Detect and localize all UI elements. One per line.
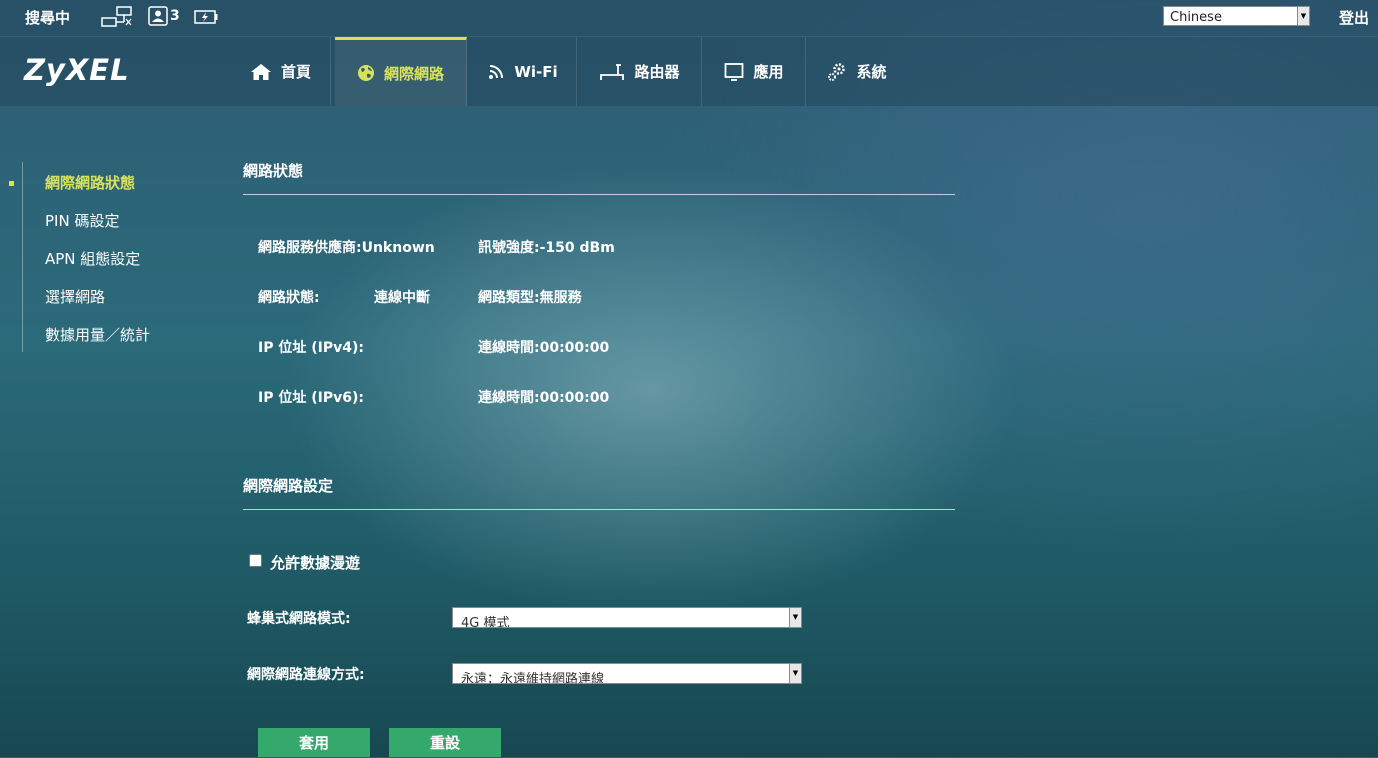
nav-home[interactable]: 首頁 xyxy=(231,37,331,106)
nav-system[interactable]: 系統 xyxy=(807,37,907,106)
sidebar-item-select-network[interactable]: 選擇網路 xyxy=(45,286,105,307)
sidebar-item-internet-status[interactable]: 網際網路狀態 xyxy=(45,172,135,193)
connection-mode-label: 網際網路連線方式: xyxy=(247,667,365,683)
network-state-label: 網路狀態: xyxy=(258,290,320,306)
ipv6-address-label: IP 位址 (IPv6): xyxy=(258,390,364,406)
sidebar-item-data-usage[interactable]: 數據用量／統計 xyxy=(45,324,150,345)
top-status-bar: 搜尋中 3 Chinese ▼ 登出 xyxy=(0,0,1378,37)
battery-charging-icon xyxy=(194,10,218,24)
main-navigation: ZyXEL 首頁 網際網路 Wi-Fi 路由器 應用 系統 xyxy=(0,37,1378,106)
section-divider xyxy=(243,194,955,195)
ipv4-address-label: IP 位址 (IPv4): xyxy=(258,340,364,356)
data-roaming-label: 允許數據漫遊 xyxy=(270,554,361,572)
cellular-mode-label: 蜂巢式網路模式: xyxy=(247,611,351,627)
connection-status-text: 搜尋中 xyxy=(25,9,71,27)
cellular-mode-select[interactable]: 4G 模式 ▼ xyxy=(452,607,802,628)
connection-mode-select[interactable]: 永遠：永遠維持網路連線 ▼ xyxy=(452,663,802,684)
chevron-down-icon: ▼ xyxy=(789,664,801,683)
network-status-title: 網路狀態 xyxy=(243,162,304,180)
zyxel-logo: ZyXEL xyxy=(24,53,130,87)
monitor-icon xyxy=(725,62,744,81)
nav-wifi[interactable]: Wi-Fi xyxy=(469,37,577,106)
globe-icon xyxy=(357,65,374,81)
user-icon xyxy=(148,6,168,26)
sidebar-item-pin-settings[interactable]: PIN 碼設定 xyxy=(45,210,119,231)
language-select[interactable]: Chinese ▼ xyxy=(1163,6,1310,26)
network-state-value: 連線中斷 xyxy=(374,290,430,306)
chevron-down-icon: ▼ xyxy=(789,608,801,627)
network-type-info: 網路類型:無服務 xyxy=(478,290,582,306)
gears-icon xyxy=(828,62,846,81)
ipv4-connection-time: 連線時間:00:00:00 xyxy=(478,340,610,356)
router-icon xyxy=(600,63,625,80)
nav-internet[interactable]: 網際網路 xyxy=(335,37,467,106)
nav-router[interactable]: 路由器 xyxy=(578,37,702,106)
wifi-icon xyxy=(489,64,504,79)
internet-settings-title: 網際網路設定 xyxy=(243,477,334,495)
home-icon xyxy=(250,63,271,80)
apply-button[interactable]: 套用 xyxy=(258,728,370,757)
signal-strength-info: 訊號強度:-150 dBm xyxy=(478,240,615,256)
chevron-down-icon: ▼ xyxy=(1297,7,1309,25)
active-item-bullet xyxy=(9,181,14,186)
data-roaming-checkbox[interactable] xyxy=(249,554,262,567)
network-disconnected-icon xyxy=(101,6,132,27)
section-divider xyxy=(243,509,955,510)
provider-info: 網路服務供應商:Unknown xyxy=(258,240,435,256)
sidebar: 網際網路狀態 PIN 碼設定 APN 組態設定 選擇網路 數據用量／統計 xyxy=(22,162,193,352)
reset-button[interactable]: 重設 xyxy=(389,728,501,757)
connected-users-count: 3 xyxy=(170,8,180,24)
ipv6-connection-time: 連線時間:00:00:00 xyxy=(478,390,610,406)
nav-apps[interactable]: 應用 xyxy=(703,37,806,106)
sidebar-item-apn-settings[interactable]: APN 組態設定 xyxy=(45,248,140,269)
logout-link[interactable]: 登出 xyxy=(1339,7,1369,28)
